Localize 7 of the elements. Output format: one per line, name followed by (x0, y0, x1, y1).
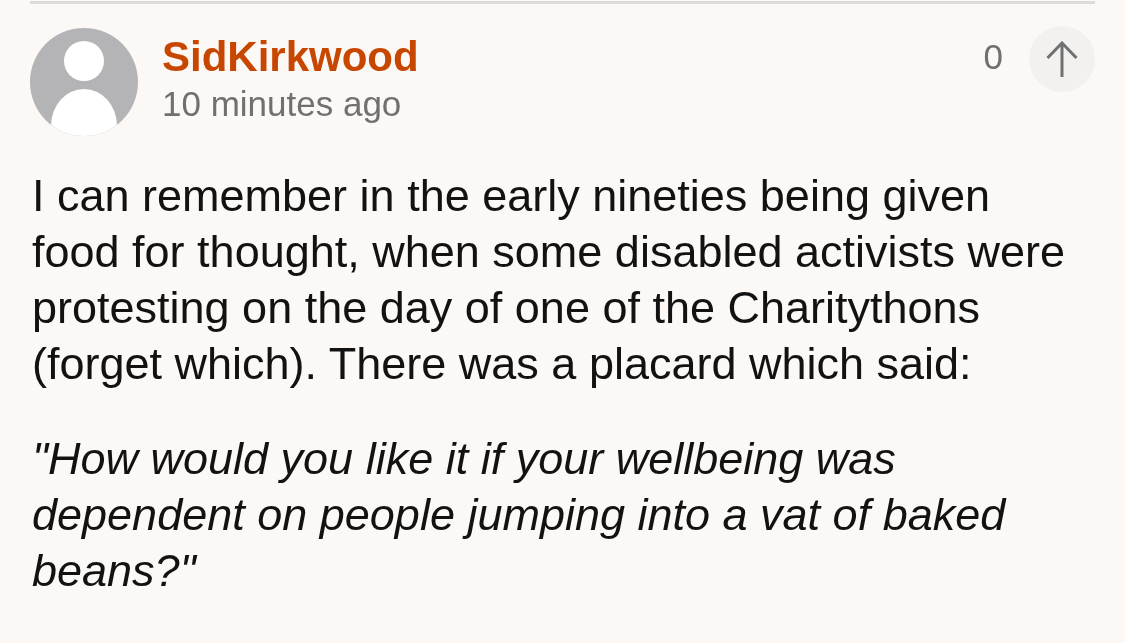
recommend-count: 0 (983, 36, 1003, 78)
quote-text: "How would you like it if your wellbeing was dependent on people jumping into a vat of baked beans?" (32, 432, 1008, 598)
comment-text: I can remember in the early nineties being given food for thought, when some disabled activists were protesting on the day of one of the Charitythons (forget which). There was a placard which said: (32, 169, 1067, 391)
avatar-silhouette-icon (30, 28, 138, 136)
author-name[interactable]: SidKirkwood (162, 32, 419, 82)
up-arrow-icon (1046, 41, 1078, 77)
comment-time: 10 minutes ago (162, 83, 403, 125)
